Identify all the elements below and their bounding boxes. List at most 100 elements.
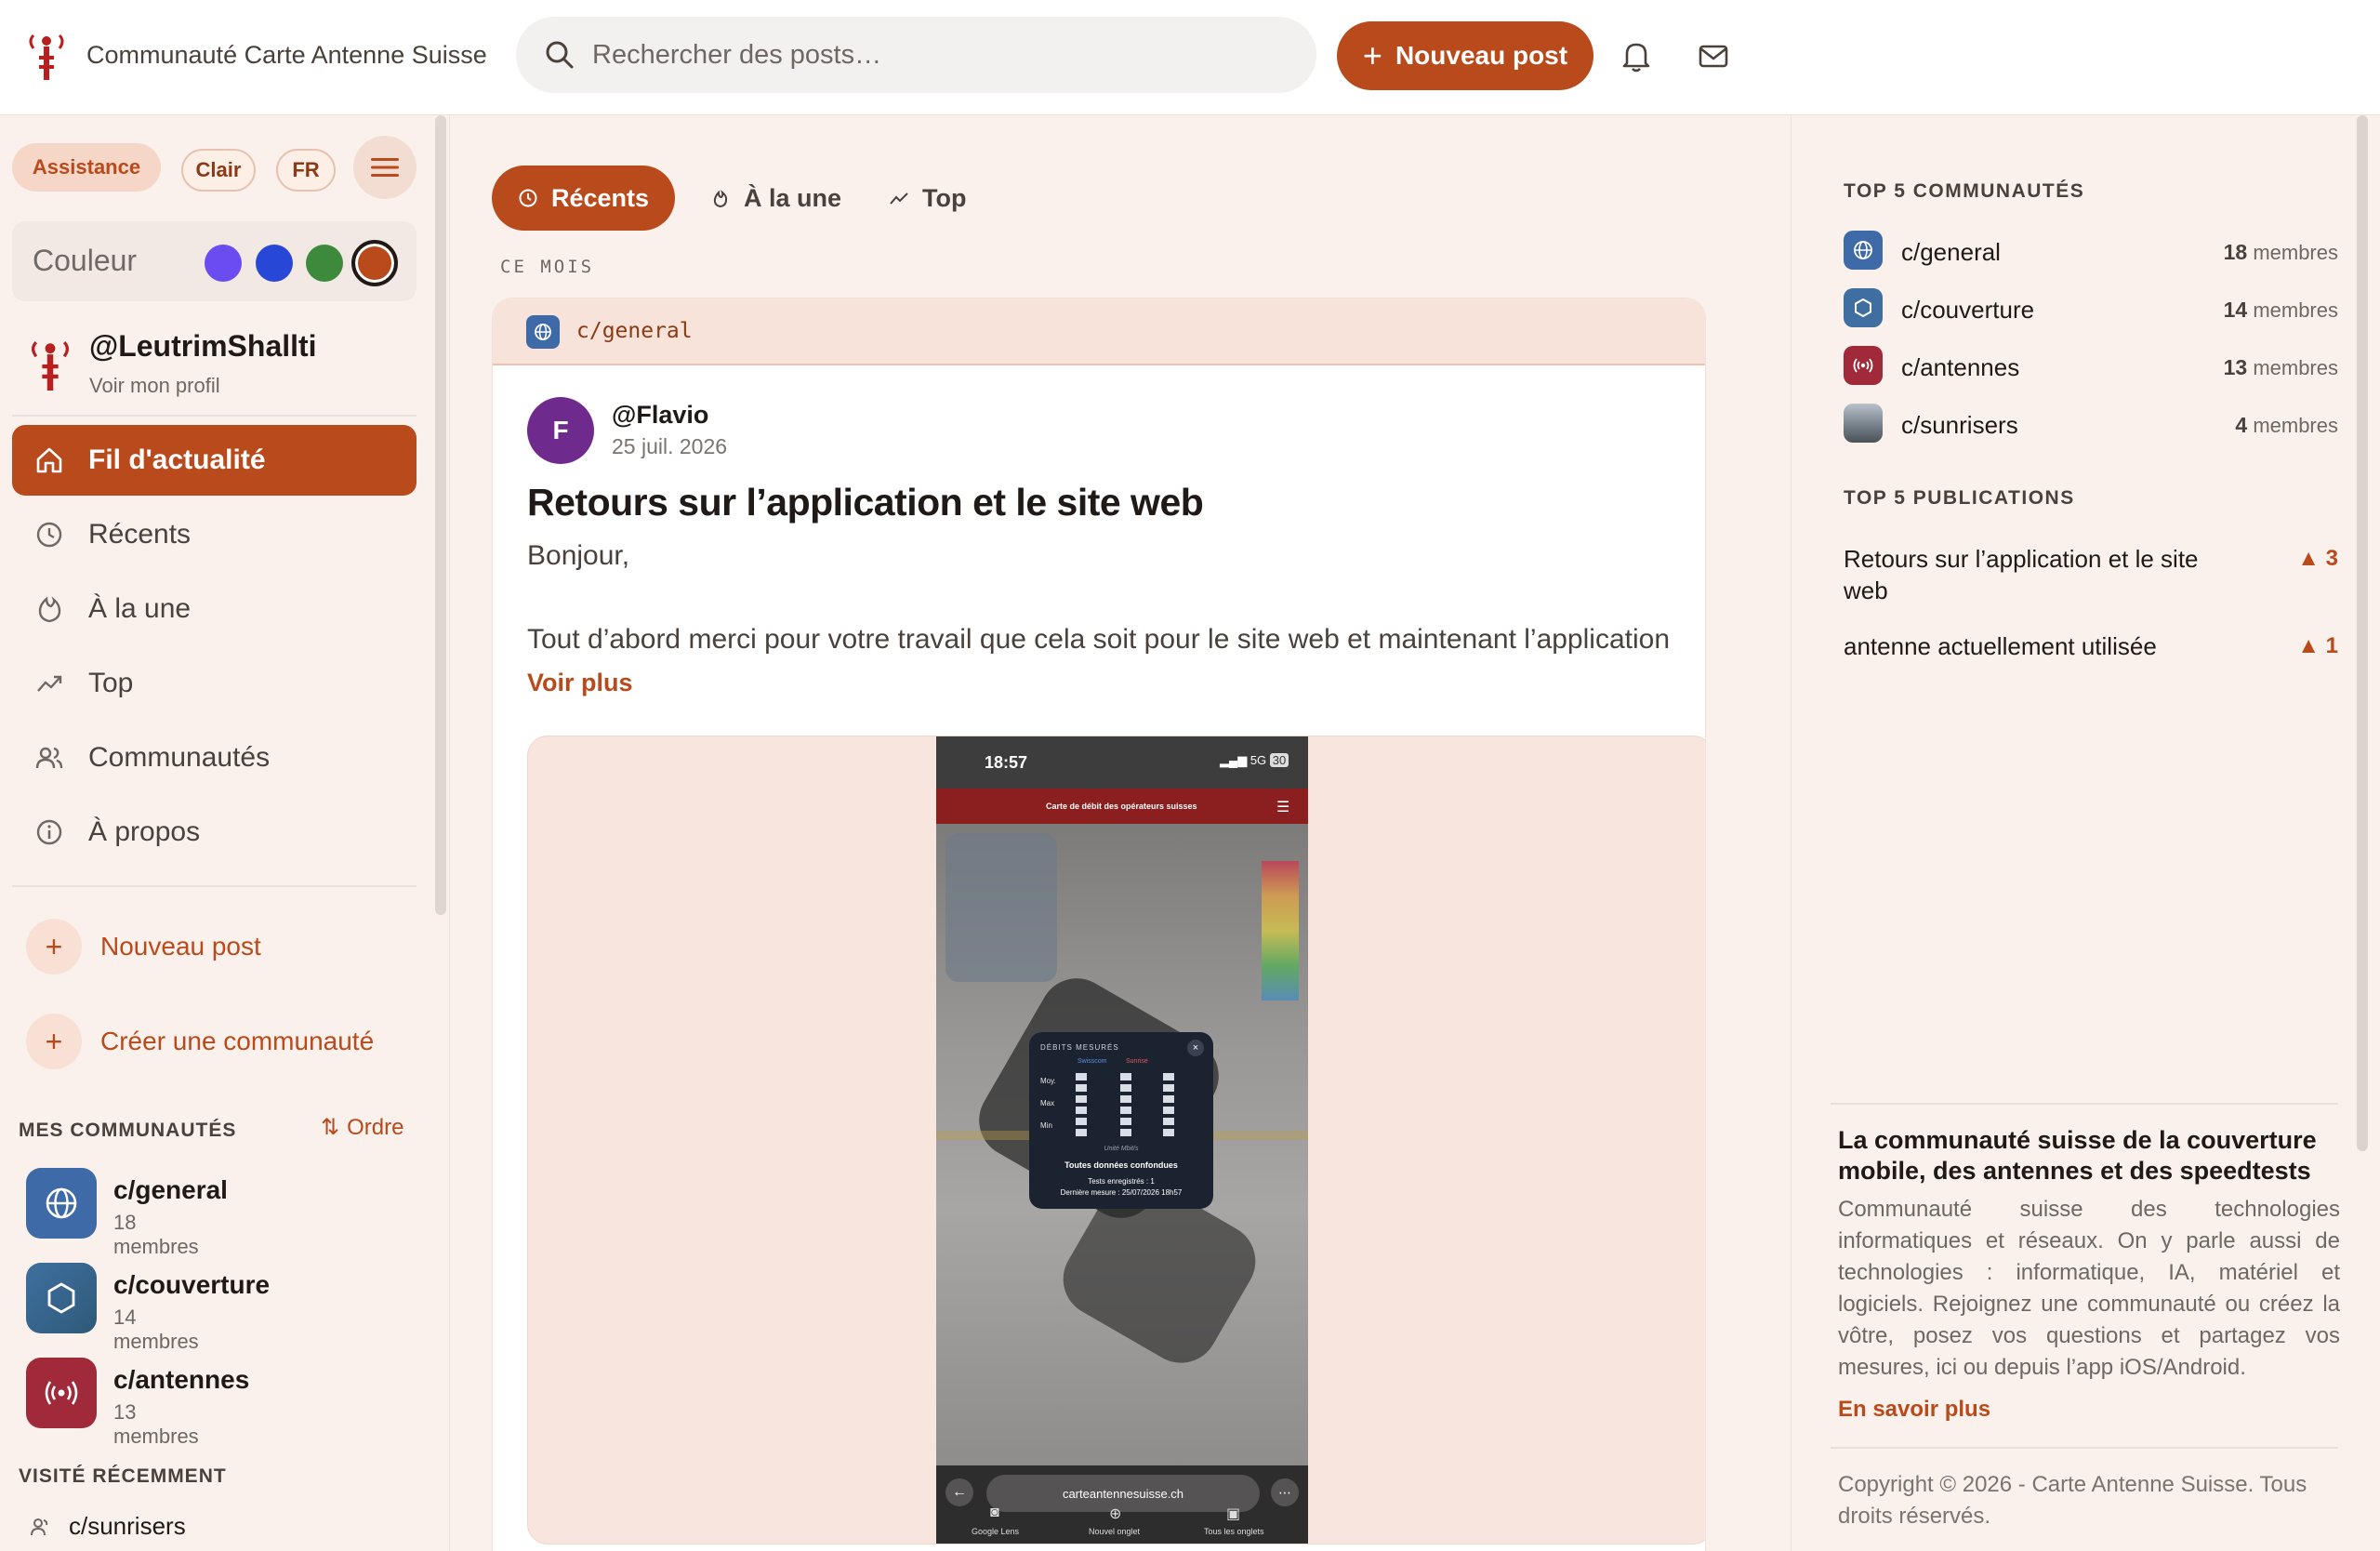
swatch-orange-selected[interactable]: [351, 240, 398, 286]
community-name: c/antennes: [113, 1365, 250, 1394]
publication-title: antenne actuellement utilisée: [1844, 632, 2157, 660]
search-bar[interactable]: [516, 17, 1316, 93]
main-feed: Récents À la une Top CE MOIS c/general F…: [452, 115, 1791, 1551]
language-chip[interactable]: FR: [276, 149, 336, 192]
new-post-action[interactable]: + Nouveau post: [26, 919, 261, 974]
create-community-action[interactable]: + Créer une communauté: [26, 1014, 374, 1069]
order-label: Ordre: [347, 1114, 404, 1140]
publication-title: Retours sur l’application et le site web: [1844, 545, 2199, 604]
action-label: Nouveau post: [100, 932, 261, 961]
tab-featured[interactable]: À la une: [710, 166, 841, 231]
search-input[interactable]: [592, 35, 1280, 74]
trending-icon: [37, 675, 62, 692]
phone-speed-modal: DÉBITS MESURÉS × Swisscom Sunrise Moy. M…: [1029, 1032, 1213, 1209]
profile-link[interactable]: Voir mon profil: [89, 374, 220, 398]
top-community-couverture[interactable]: c/couverture 14 membres: [1844, 288, 2338, 329]
menu-button[interactable]: [353, 136, 416, 199]
divider: [1831, 1447, 2338, 1449]
phone-browser-bar: ← carteantennesuisse.ch ⋯ Google Lens No…: [936, 1465, 1308, 1544]
left-sidebar: Assistance Clair FR Couleur @LeutrimShal…: [0, 115, 450, 1551]
row-min: Min: [1040, 1121, 1052, 1130]
post-community-name[interactable]: c/general: [576, 319, 693, 343]
phone-time: 18:57: [985, 753, 1028, 772]
recent-item-sunrisers[interactable]: c/sunrisers: [30, 1512, 186, 1541]
signal-icon: ▂▄▆: [1220, 753, 1250, 767]
avatar[interactable]: F: [527, 397, 594, 464]
recent-title: VISITÉ RÉCEMMENT: [19, 1465, 227, 1487]
post-image[interactable]: 18:57 ▂▄▆ 5G 30 Carte de débit des opéra…: [527, 736, 1705, 1544]
plus-icon: +: [1362, 36, 1382, 74]
nav-item-featured[interactable]: À la une: [12, 574, 416, 644]
see-more-link[interactable]: Voir plus: [527, 669, 633, 697]
phone-url: carteantennesuisse.ch: [986, 1475, 1260, 1512]
top-community-sunrisers[interactable]: c/sunrisers 4 membres: [1844, 404, 2338, 444]
clock-icon: [36, 522, 62, 548]
tab-label: Top: [922, 183, 967, 212]
divider: [12, 415, 416, 417]
community-name: c/general: [1901, 238, 2001, 266]
post-author[interactable]: @Flavio: [612, 401, 708, 430]
swatch-blue[interactable]: [256, 245, 293, 282]
right-scrollbar[interactable]: [2357, 115, 2368, 1151]
row-max: Max: [1040, 1099, 1055, 1107]
flame-icon: [713, 190, 728, 208]
swatch-violet[interactable]: [205, 245, 242, 282]
info-icon: [36, 819, 62, 845]
member-count: 13: [2223, 355, 2248, 379]
theme-chip[interactable]: Clair: [181, 149, 256, 192]
site-title[interactable]: Communauté Carte Antenne Suisse: [86, 41, 487, 70]
tab-recent[interactable]: Récents: [492, 166, 676, 231]
new-post-label: Nouveau post: [1395, 41, 1568, 70]
antenna-logo-icon[interactable]: [26, 33, 67, 80]
divider: [1831, 1103, 2338, 1105]
action-label: Créer une communauté: [100, 1027, 375, 1055]
mail-icon[interactable]: [1695, 37, 1732, 74]
community-name: c/couverture: [113, 1270, 271, 1299]
profile-card[interactable]: @LeutrimShallti Voir mon profil: [0, 322, 446, 415]
nav-item-top[interactable]: Top: [12, 648, 416, 719]
order-button[interactable]: ⇅ Ordre: [321, 1114, 403, 1141]
top-publication-item[interactable]: antenne actuellement utilisée ▲ 1: [1844, 630, 2338, 662]
tab-top[interactable]: Top: [889, 166, 966, 231]
top-publication-item[interactable]: Retours sur l’application et le site web…: [1844, 543, 2338, 606]
color-picker: Couleur: [12, 221, 416, 301]
flame-icon: [38, 596, 61, 623]
member-count: 14: [2223, 298, 2248, 322]
recent-name: c/sunrisers: [69, 1512, 186, 1540]
broadcast-icon: [26, 1358, 97, 1428]
col-sunrise: Sunrise: [1126, 1058, 1148, 1065]
network-type: 5G: [1250, 753, 1267, 767]
divider: [12, 885, 416, 887]
nav-item-feed[interactable]: Fil d'actualité: [12, 425, 416, 496]
home-icon: [36, 447, 62, 473]
top-community-antennes[interactable]: c/antennes 13 membres: [1844, 346, 2338, 387]
community-name: c/general: [113, 1175, 228, 1204]
phone-app-title: Carte de débit des opérateurs suisses: [1046, 802, 1197, 811]
nav-item-about[interactable]: À propos: [12, 797, 416, 868]
post-community-header[interactable]: c/general: [493, 298, 1705, 365]
bell-icon[interactable]: [1618, 37, 1655, 74]
member-unit: membres: [2253, 414, 2338, 437]
assistance-chip[interactable]: Assistance: [12, 143, 161, 192]
modal-all-data: Toutes données confondues: [1064, 1160, 1178, 1170]
post-card[interactable]: c/general F @Flavio 25 juil. 2026 Retour…: [492, 298, 1706, 1551]
tabs-icon: ▣: [1226, 1506, 1241, 1522]
publication-votes: ▲ 3: [2297, 546, 2338, 571]
learn-more-link[interactable]: En savoir plus: [1838, 1397, 1990, 1423]
tab-label: À la une: [744, 183, 842, 212]
nav-item-communities[interactable]: Communautés: [12, 722, 416, 793]
post-title[interactable]: Retours sur l’application et le site web: [527, 481, 1204, 524]
top-community-general[interactable]: c/general 18 membres: [1844, 231, 2338, 272]
sidebar-scrollbar[interactable]: [435, 115, 446, 915]
community-count: 13 membres: [2224, 355, 2338, 380]
modal-tests: Tests enregistrés : 1: [1088, 1177, 1155, 1186]
nav-item-recent[interactable]: Récents: [12, 499, 416, 570]
globe-icon: [526, 315, 560, 349]
avatar: [32, 341, 69, 391]
nav-label: À propos: [88, 816, 201, 847]
sort-icon: ⇅: [321, 1115, 340, 1140]
member-count: 4: [2235, 413, 2248, 437]
swatch-green[interactable]: [306, 245, 343, 282]
about-text: Communauté suisse des technologies infor…: [1838, 1197, 2340, 1380]
new-post-button[interactable]: + Nouveau post: [1337, 21, 1593, 90]
